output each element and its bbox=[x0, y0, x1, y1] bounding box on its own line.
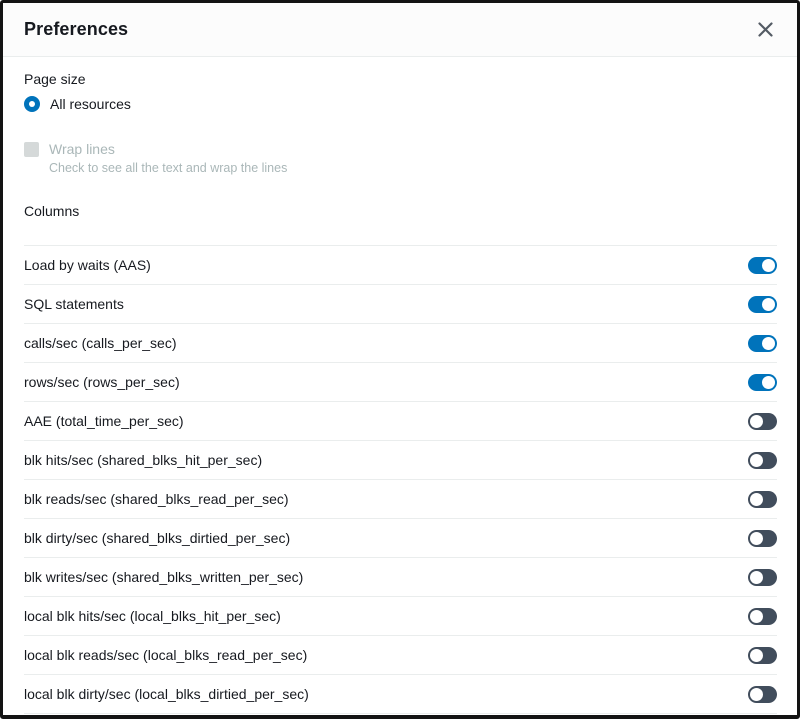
close-button[interactable] bbox=[756, 20, 775, 39]
column-row: local blk reads/sec (local_blks_read_per… bbox=[24, 636, 777, 675]
column-label: local blk dirty/sec (local_blks_dirtied_… bbox=[24, 686, 309, 702]
column-row: Load by waits (AAS) bbox=[24, 246, 777, 285]
page-size-label: Page size bbox=[24, 71, 777, 87]
toggle-knob-icon bbox=[762, 259, 775, 272]
column-label: SQL statements bbox=[24, 296, 124, 312]
toggle-knob-icon bbox=[762, 376, 775, 389]
column-label: blk dirty/sec (shared_blks_dirtied_per_s… bbox=[24, 530, 290, 546]
column-toggle[interactable] bbox=[748, 374, 777, 391]
checkbox-disabled-icon bbox=[24, 142, 39, 157]
column-label: local blk hits/sec (local_blks_hit_per_s… bbox=[24, 608, 281, 624]
columns-list: Load by waits (AAS) SQL statements calls… bbox=[24, 245, 777, 714]
column-row: local blk dirty/sec (local_blks_dirtied_… bbox=[24, 675, 777, 714]
wrap-lines-checkbox-row: Wrap lines bbox=[24, 141, 777, 157]
column-toggle[interactable] bbox=[748, 569, 777, 586]
radio-selected-icon[interactable] bbox=[24, 96, 40, 112]
toggle-knob-icon bbox=[750, 532, 763, 545]
column-toggle[interactable] bbox=[748, 413, 777, 430]
column-row: AAE (total_time_per_sec) bbox=[24, 402, 777, 441]
column-toggle[interactable] bbox=[748, 452, 777, 469]
column-toggle[interactable] bbox=[748, 491, 777, 508]
column-row: blk reads/sec (shared_blks_read_per_sec) bbox=[24, 480, 777, 519]
toggle-knob-icon bbox=[750, 415, 763, 428]
radio-option-label: All resources bbox=[50, 96, 131, 112]
column-label: rows/sec (rows_per_sec) bbox=[24, 374, 180, 390]
wrap-lines-label: Wrap lines bbox=[49, 141, 115, 157]
column-label: blk hits/sec (shared_blks_hit_per_sec) bbox=[24, 452, 262, 468]
column-toggle[interactable] bbox=[748, 530, 777, 547]
column-label: blk reads/sec (shared_blks_read_per_sec) bbox=[24, 491, 289, 507]
column-label: local blk reads/sec (local_blks_read_per… bbox=[24, 647, 307, 663]
toggle-knob-icon bbox=[762, 337, 775, 350]
toggle-knob-icon bbox=[750, 649, 763, 662]
column-row: blk hits/sec (shared_blks_hit_per_sec) bbox=[24, 441, 777, 480]
column-toggle[interactable] bbox=[748, 647, 777, 664]
column-label: AAE (total_time_per_sec) bbox=[24, 413, 184, 429]
toggle-knob-icon bbox=[750, 571, 763, 584]
column-label: blk writes/sec (shared_blks_written_per_… bbox=[24, 569, 303, 585]
page-title: Preferences bbox=[24, 19, 128, 40]
column-toggle[interactable] bbox=[748, 335, 777, 352]
columns-label: Columns bbox=[24, 203, 777, 219]
column-row: rows/sec (rows_per_sec) bbox=[24, 363, 777, 402]
toggle-knob-icon bbox=[750, 454, 763, 467]
wrap-lines-group: Wrap lines Check to see all the text and… bbox=[24, 141, 777, 176]
toggle-knob-icon bbox=[750, 688, 763, 701]
toggle-knob-icon bbox=[762, 298, 775, 311]
column-row: calls/sec (calls_per_sec) bbox=[24, 324, 777, 363]
column-row: SQL statements bbox=[24, 285, 777, 324]
column-row: local blk hits/sec (local_blks_hit_per_s… bbox=[24, 597, 777, 636]
column-label: Load by waits (AAS) bbox=[24, 257, 151, 273]
preferences-dialog: Preferences Page size All resources Wrap… bbox=[0, 0, 800, 719]
column-row: blk dirty/sec (shared_blks_dirtied_per_s… bbox=[24, 519, 777, 558]
dialog-header: Preferences bbox=[3, 3, 797, 57]
column-label: calls/sec (calls_per_sec) bbox=[24, 335, 177, 351]
toggle-knob-icon bbox=[750, 493, 763, 506]
toggle-knob-icon bbox=[750, 610, 763, 623]
column-toggle[interactable] bbox=[748, 296, 777, 313]
column-toggle[interactable] bbox=[748, 686, 777, 703]
wrap-lines-description: Check to see all the text and wrap the l… bbox=[49, 161, 777, 176]
column-toggle[interactable] bbox=[748, 257, 777, 274]
column-toggle[interactable] bbox=[748, 608, 777, 625]
dialog-body: Page size All resources Wrap lines Check… bbox=[3, 57, 797, 714]
close-icon bbox=[758, 22, 773, 37]
column-row: blk writes/sec (shared_blks_written_per_… bbox=[24, 558, 777, 597]
radio-option-all-resources[interactable]: All resources bbox=[24, 96, 777, 112]
